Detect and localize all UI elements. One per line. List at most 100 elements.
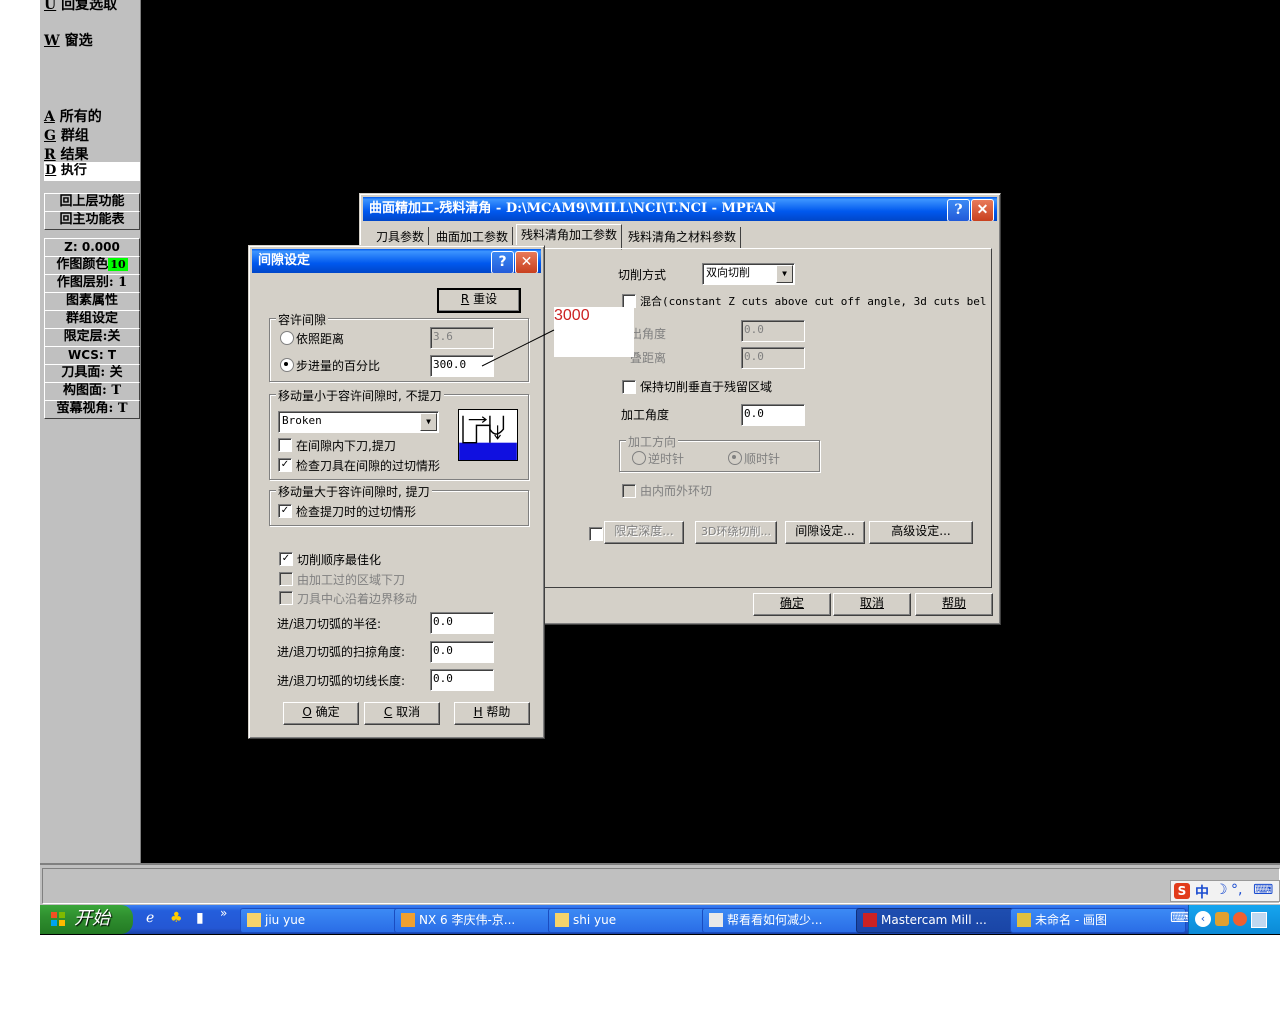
plunge-machined-checkbox[interactable]: [279, 572, 293, 586]
level-button[interactable]: 作图层别: 1: [44, 274, 140, 293]
arc-tangent-input[interactable]: 0.0: [430, 669, 494, 691]
task-label: Mastercam Mill ...: [881, 913, 987, 927]
by-percent-radio[interactable]: [280, 358, 294, 372]
prompt-area: [42, 868, 1280, 904]
dialog-title-bar: 间隙设定 ? ✕: [252, 249, 541, 273]
gap-cancel-button[interactable]: C 取消: [364, 702, 440, 725]
close-icon[interactable]: ✕: [971, 199, 994, 221]
task-label: jiu yue: [265, 913, 306, 927]
menu-item-window[interactable]: W 窗选: [44, 30, 93, 50]
task-mastercam[interactable]: Mastercam Mill ...: [856, 908, 1032, 933]
machining-angle-input[interactable]: 0.0: [741, 404, 805, 426]
folder-icon: [555, 913, 569, 927]
help-icon[interactable]: ?: [491, 251, 514, 273]
overlap-distance-label: 叠距离: [630, 351, 667, 365]
cancel-key: C: [383, 705, 393, 719]
back-button[interactable]: 回上层功能: [44, 193, 140, 212]
task-shi-yue[interactable]: shi yue: [548, 908, 724, 933]
mastercam-icon: [863, 913, 877, 927]
large-move-group: 移动量大于容许间隙时, 提刀 ✓ 检查提刀时的过切情形: [269, 483, 529, 526]
keep-perpendicular-label: 保持切削垂直于残留区域: [640, 380, 773, 394]
ime-toolbar[interactable]: S 中 ☽ °, ⌨: [1170, 880, 1280, 902]
gap-help-button[interactable]: H 帮助: [454, 702, 530, 725]
gap-settings-button[interactable]: 间隙设定...: [785, 521, 865, 544]
limit-depth-checkbox[interactable]: [589, 527, 603, 541]
help-key: H: [473, 705, 483, 719]
wcs-button[interactable]: WCS: T: [44, 346, 140, 365]
menu-item-label: 结果: [60, 147, 89, 163]
reset-button[interactable]: R 重设: [437, 288, 521, 313]
cw-label: 顺时针: [744, 452, 781, 466]
tray-network-icon[interactable]: [1251, 912, 1267, 928]
menu-key: R: [44, 147, 56, 163]
ime-mode: 中: [1195, 885, 1209, 901]
quicklaunch-expand-icon[interactable]: »: [220, 906, 227, 920]
menu-item-group[interactable]: G 群组: [44, 125, 89, 145]
menu-item-unselect[interactable]: U 回复选取: [44, 0, 117, 14]
ccw-radio[interactable]: [632, 451, 646, 465]
gap-ok-button[interactable]: O 确定: [283, 702, 359, 725]
advanced-settings-button[interactable]: 高级设定...: [869, 521, 973, 544]
plunge-in-gap-checkbox[interactable]: [278, 438, 292, 452]
cw-radio[interactable]: [728, 451, 742, 465]
menu-item-result[interactable]: R 结果: [44, 144, 89, 164]
task-nx6[interactable]: NX 6 李庆伟-京...: [394, 908, 570, 933]
help-button[interactable]: 帮助: [915, 593, 993, 616]
reset-key: R: [460, 292, 470, 306]
attributes-button[interactable]: 图素属性: [44, 292, 140, 311]
move-type-select[interactable]: Broken ▼: [278, 411, 439, 433]
menu-item-execute[interactable]: D 执行: [44, 162, 140, 181]
moon-icon: ☽: [1215, 882, 1228, 898]
ie-icon[interactable]: ℯ: [146, 910, 154, 926]
arc-sweep-input[interactable]: 0.0: [430, 641, 494, 663]
menu-item-all[interactable]: A 所有的: [44, 106, 102, 126]
quicklaunch-app-icon[interactable]: ▮: [196, 910, 204, 926]
overlap-distance-input[interactable]: 0.0: [741, 347, 805, 369]
tray-collapse-icon[interactable]: ‹: [1195, 911, 1211, 927]
arc-radius-label: 进/退刀切弧的半径:: [277, 617, 382, 631]
tool-center-checkbox[interactable]: [279, 591, 293, 605]
keep-perpendicular-checkbox[interactable]: [622, 380, 636, 394]
blend-checkbox[interactable]: [622, 294, 636, 308]
limit-depth-button[interactable]: 限定深度...: [604, 521, 684, 544]
punctuation-icon: °,: [1231, 882, 1243, 898]
color-button[interactable]: 作图颜色 10: [44, 256, 140, 275]
tab-residual-material-params[interactable]: 残料清角之材料参数: [624, 227, 742, 248]
by-distance-radio[interactable]: [280, 331, 294, 345]
task-label: shi yue: [573, 913, 617, 927]
inside-out-checkbox[interactable]: [622, 484, 636, 498]
arc-radius-input[interactable]: 0.0: [430, 612, 494, 634]
help-icon[interactable]: ?: [947, 199, 970, 221]
start-button[interactable]: 开始: [40, 905, 133, 934]
screen-view-button[interactable]: 萤幕视角: T: [44, 400, 140, 419]
cut-method-select[interactable]: 双向切削 ▼: [702, 263, 795, 285]
tool-plane-button[interactable]: 刀具面: 关: [44, 364, 140, 383]
group-set-button[interactable]: 群组设定: [44, 310, 140, 329]
main-menu-button[interactable]: 回主功能表: [44, 211, 140, 230]
ccw-label: 逆时针: [648, 452, 685, 466]
close-icon[interactable]: ✕: [515, 251, 538, 273]
small-move-group-title: 移动量小于容许间隙时, 不提刀: [276, 387, 444, 404]
optimize-order-checkbox[interactable]: ✓: [279, 552, 293, 566]
desktop-left-margin: [0, 0, 40, 935]
annotation-box: 3000: [554, 307, 634, 357]
task-jiu-yue[interactable]: jiu yue: [240, 908, 416, 933]
z-depth-button[interactable]: Z: 0.000: [44, 238, 140, 257]
task-paint[interactable]: 未命名 - 画图: [1010, 908, 1186, 933]
menu-key: G: [44, 128, 56, 144]
color-swatch: 10: [108, 258, 128, 271]
limit-level-button[interactable]: 限定层:关: [44, 328, 140, 347]
task-forum-post[interactable]: 帮看看如何减少...: [702, 908, 878, 933]
check-gouge-retract-checkbox[interactable]: ✓: [278, 504, 292, 518]
check-gouge-gap-checkbox[interactable]: ✓: [278, 458, 292, 472]
ok-button[interactable]: 确定: [753, 593, 831, 616]
qq-icon[interactable]: ♣: [170, 910, 183, 926]
construct-plane-button[interactable]: 构图面: T: [44, 382, 140, 401]
tray-app-icon[interactable]: [1233, 912, 1247, 926]
ring-cut-button[interactable]: 3D环绕切削...: [695, 521, 777, 544]
tray-users-icon[interactable]: [1215, 912, 1229, 926]
task-label: 帮看看如何减少...: [727, 913, 823, 927]
cancel-button[interactable]: 取消: [833, 593, 911, 616]
cutoff-angle-input[interactable]: 0.0: [741, 320, 805, 342]
document-icon: [709, 913, 723, 927]
